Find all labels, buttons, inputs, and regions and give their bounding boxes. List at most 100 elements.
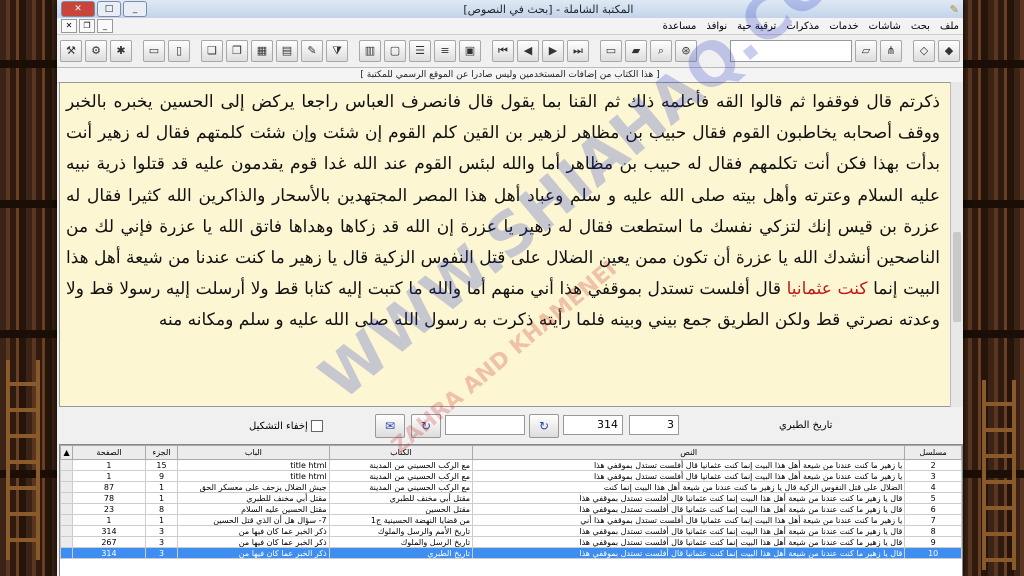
- menu-notes[interactable]: مذكرات: [786, 21, 819, 32]
- cell-chapter: 7- سؤال هل أن الذي قتل الحسين: [177, 514, 330, 526]
- menu-services[interactable]: خدمات: [829, 21, 858, 32]
- cell-serial: 3: [904, 470, 962, 482]
- row-gutter[interactable]: [60, 503, 74, 515]
- row-gutter[interactable]: [60, 470, 74, 482]
- first-page-icon[interactable]: ⏮: [492, 40, 514, 62]
- table-row[interactable]: 314 3 ذكر الخبر عما كان فيها من تاريخ الطبر…: [60, 547, 962, 559]
- cell-text: يا زهير ما كنت عندنا من شيعة أهل هذا الب…: [472, 459, 906, 471]
- book-name-label: تاريخ الطبري: [779, 420, 833, 431]
- table-row[interactable]: 267 3 ذكر الخبر عما كان فيها من تاريخ الرسل…: [60, 536, 962, 548]
- table-row[interactable]: 1 15 title html مع الركب الحسيني من المدينة…: [60, 459, 962, 471]
- doc-icon[interactable]: ▯: [168, 40, 190, 62]
- new-doc-icon[interactable]: ▭: [143, 40, 165, 62]
- col-chapter[interactable]: الباب: [177, 445, 330, 460]
- table-row[interactable]: 314 3 ذكر الخبر عما كان فيها من تاريخ الأمم…: [60, 525, 962, 537]
- next-page-icon[interactable]: ▶: [542, 40, 564, 62]
- lines-icon[interactable]: ≡: [434, 40, 456, 62]
- binoculars-icon[interactable]: ⊛: [675, 40, 697, 62]
- table-row[interactable]: 1 1 7- سؤال هل أن الذي قتل الحسين من قضايا …: [60, 514, 962, 526]
- mdi-restore-icon[interactable]: ❐: [79, 19, 95, 33]
- book-text-pane[interactable]: ذكرتم قال فوقفوا ثم قالوا القه فأعلمه ذل…: [59, 82, 951, 407]
- table-row[interactable]: 23 8 مقتل الحسين عليه السلام مقتل الحسين قال…: [60, 503, 962, 515]
- menu-search[interactable]: بحث: [911, 21, 930, 32]
- col-book[interactable]: الكتاب: [328, 445, 474, 460]
- table-row[interactable]: 87 1 جيش الضلال يزحف على معسكر الحق مع الرك…: [60, 481, 962, 493]
- tree-icon[interactable]: ⋔: [880, 40, 902, 62]
- special-icon[interactable]: ✱: [110, 40, 132, 62]
- app-window: ✕ □ _ المكتبة الشاملة - [بحث في النصوص] …: [57, 0, 963, 576]
- pencil-icon[interactable]: ✎: [301, 40, 323, 62]
- bookmark-icon[interactable]: ◆: [938, 40, 960, 62]
- open-book-icon[interactable]: ▣: [459, 40, 481, 62]
- cell-part: 3: [144, 525, 179, 537]
- cell-part: 9: [144, 470, 179, 482]
- last-page-icon[interactable]: ⏭: [567, 40, 589, 62]
- hide-diacritics-checkbox[interactable]: [310, 420, 323, 432]
- control-row: إخفاء التشكيل ✉ ↻ ↻ 314 3 تاريخ الطبري: [57, 410, 963, 442]
- menu-help[interactable]: مساعدة: [663, 21, 697, 32]
- eraser-icon[interactable]: ◇: [913, 40, 935, 62]
- cell-text: قال يا زهير ما كنت عندنا من شيعة أهل هذا…: [472, 536, 906, 548]
- row-gutter[interactable]: [60, 525, 74, 537]
- text-scrollbar[interactable]: [950, 82, 963, 407]
- maximize-button[interactable]: □: [97, 1, 121, 17]
- window-controls: ✕ □ _: [61, 1, 147, 17]
- results-grid: ▲ الصفحة الجزء الباب الكتاب النص مسلسل 1…: [59, 444, 963, 576]
- cell-page: 1: [72, 514, 146, 526]
- cell-chapter: مقتل الحسين عليه السلام: [177, 503, 330, 515]
- page-field[interactable]: 314: [563, 415, 623, 435]
- folder-icon[interactable]: ▤: [276, 40, 298, 62]
- cell-chapter: title html: [177, 459, 330, 471]
- cell-chapter: title html: [177, 470, 330, 482]
- refresh-icon[interactable]: ↻: [529, 414, 559, 438]
- menu-screens[interactable]: شاشات: [869, 21, 901, 32]
- comment-icon[interactable]: ✉: [375, 414, 405, 438]
- book-list-icon[interactable]: ▥: [359, 40, 381, 62]
- mdi-minimize-icon[interactable]: _: [97, 19, 113, 33]
- cell-page: 1: [72, 459, 146, 471]
- refresh-left-icon[interactable]: ↻: [411, 414, 441, 438]
- filter-icon[interactable]: ⧩: [326, 40, 348, 62]
- cell-serial: 8: [904, 525, 962, 537]
- new-folder-icon[interactable]: ▱: [855, 40, 877, 62]
- close-button[interactable]: ✕: [61, 1, 95, 17]
- col-part[interactable]: الجزء: [144, 445, 179, 460]
- mdi-close-icon[interactable]: ✕: [61, 19, 77, 33]
- col-page[interactable]: الصفحة: [72, 445, 146, 460]
- menu-windows[interactable]: نوافذ: [706, 21, 727, 32]
- grid-icon[interactable]: ▦: [251, 40, 273, 62]
- row-gutter[interactable]: [60, 547, 74, 559]
- settings-icon[interactable]: ⚙: [85, 40, 107, 62]
- col-text[interactable]: النص: [472, 445, 906, 460]
- open-folder-icon[interactable]: ▰: [625, 40, 647, 62]
- search-term-field[interactable]: [445, 415, 525, 435]
- list-icon[interactable]: ☰: [409, 40, 431, 62]
- row-gutter[interactable]: [60, 492, 74, 504]
- menu-live-update[interactable]: ترقية حية: [737, 21, 776, 32]
- table-row[interactable]: 1 9 title html مع الركب الحسيني من المدينة ي…: [60, 470, 962, 482]
- menu-file[interactable]: ملف: [940, 21, 959, 32]
- ladder-right: [982, 380, 1016, 570]
- hide-diacritics-toggle[interactable]: إخفاء التشكيل: [249, 420, 323, 432]
- tools-icon[interactable]: ⚒: [60, 40, 82, 62]
- part-field[interactable]: 3: [629, 415, 679, 435]
- sort-arrow-icon[interactable]: ▲: [60, 445, 74, 460]
- minimize-button[interactable]: _: [123, 1, 147, 17]
- row-gutter[interactable]: [60, 536, 74, 548]
- blank-icon[interactable]: ▢: [384, 40, 406, 62]
- cell-part: 15: [144, 459, 179, 471]
- mdi-controls: ✕ ❐ _: [61, 19, 113, 33]
- table-row[interactable]: 78 1 مقتل أبي مخنف للطبري مقتل أبي مخنف للط…: [60, 492, 962, 504]
- copy-icon[interactable]: ❏: [201, 40, 223, 62]
- prev-page-icon[interactable]: ◀: [517, 40, 539, 62]
- paste-icon[interactable]: ❐: [226, 40, 248, 62]
- cell-part: 1: [144, 514, 179, 526]
- window-icon[interactable]: ▭: [600, 40, 622, 62]
- find-icon[interactable]: ⌕: [650, 40, 672, 62]
- row-gutter[interactable]: [60, 459, 74, 471]
- search-input[interactable]: [730, 40, 852, 62]
- col-serial[interactable]: مسلسل: [904, 445, 962, 460]
- row-gutter[interactable]: [60, 514, 74, 526]
- row-gutter[interactable]: [60, 481, 74, 493]
- scroll-thumb[interactable]: [953, 232, 961, 322]
